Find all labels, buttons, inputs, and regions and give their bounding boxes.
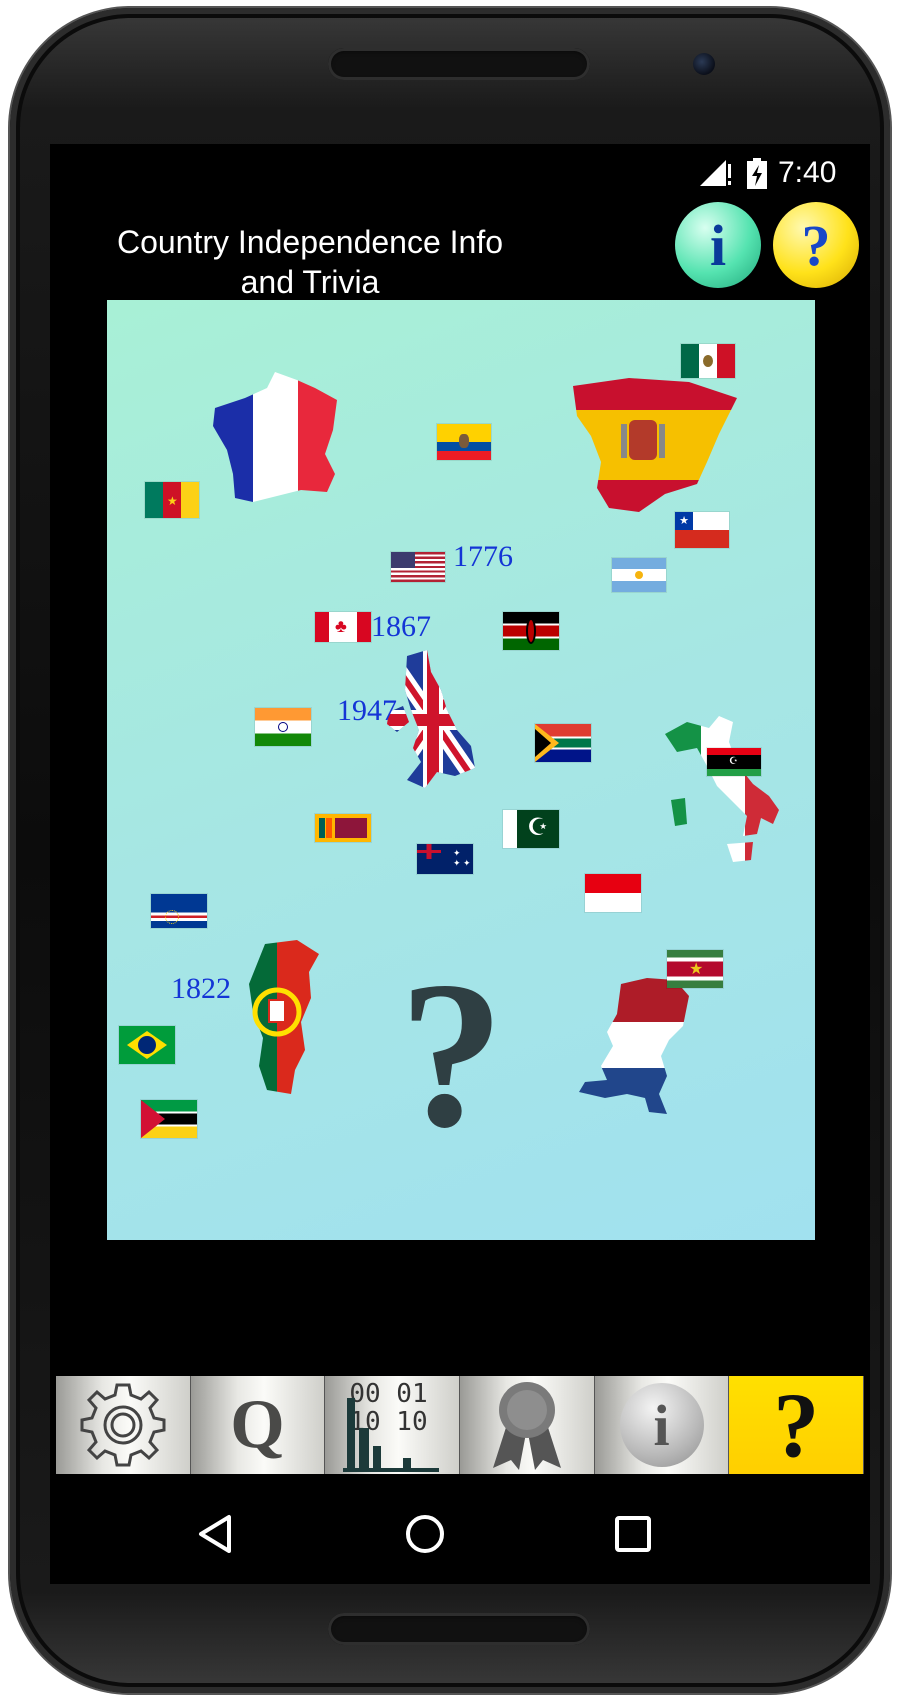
home-icon[interactable] [404, 1513, 446, 1555]
trivia-question-mark: ? [399, 939, 504, 1171]
back-icon[interactable] [195, 1513, 235, 1555]
battery-charging-icon [747, 158, 767, 189]
suriname-flag-icon: ★ [667, 950, 723, 988]
app-screen: 7:40 Country Independence Info and Trivi… [50, 144, 870, 1584]
signal-icon [700, 160, 731, 186]
info-icon: i [619, 1383, 704, 1467]
bottom-speaker [328, 1613, 590, 1645]
spain-map-icon [573, 378, 737, 512]
help-button[interactable]: ? [773, 202, 859, 288]
tab-settings[interactable] [56, 1376, 191, 1474]
phone-frame: 7:40 Country Independence Info and Trivi… [10, 8, 890, 1693]
indonesia-flag-icon [585, 874, 641, 912]
tab-quiz[interactable]: Q [190, 1376, 326, 1474]
app-title: Country Independence Info and Trivia [90, 222, 530, 302]
recents-icon[interactable] [614, 1515, 652, 1553]
portugal-map-icon [249, 940, 319, 1094]
top-speaker [328, 48, 590, 80]
cameroon-flag-icon: ★ [145, 482, 199, 518]
title-line-2: and Trivia [240, 264, 380, 300]
libya-flag-icon: ☪ [707, 748, 761, 776]
mexico-flag-icon [681, 344, 735, 378]
kenya-flag-icon [503, 612, 559, 650]
tab-info[interactable]: i [594, 1376, 730, 1474]
tab-help[interactable]: ? [729, 1374, 865, 1476]
sri-lanka-flag-icon [315, 814, 371, 842]
australia-flag-icon: ✦ ✦ ✦ [417, 844, 473, 874]
tab-awards[interactable] [460, 1376, 595, 1474]
south-africa-flag-icon [535, 724, 591, 762]
ecuador-flag-icon [437, 424, 491, 460]
brazil-flag-icon [119, 1026, 175, 1064]
pakistan-flag-icon: ☪ [503, 810, 559, 848]
clock: 7:40 [778, 156, 837, 189]
bar-chart-icon [343, 1398, 440, 1472]
year-label: 1822 [171, 972, 231, 1005]
india-flag-icon [255, 708, 311, 746]
year-label: 1776 [453, 540, 513, 573]
info-button[interactable]: i [675, 202, 761, 288]
mozambique-flag-icon [141, 1100, 197, 1138]
title-line-1: Country Independence Info [116, 224, 504, 260]
year-label: 1867 [371, 610, 431, 643]
status-bar: 7:40 [50, 144, 870, 204]
year-label: 1947 [337, 694, 397, 727]
usa-flag-icon [391, 552, 445, 582]
system-navigation-bar [50, 1489, 870, 1579]
netherlands-map-icon [579, 978, 689, 1114]
front-camera [693, 53, 715, 75]
tab-stats[interactable]: 00 01 10 10 [325, 1376, 461, 1474]
chile-flag-icon: ★ [675, 512, 729, 548]
ribbon-icon [492, 1382, 561, 1470]
flags-collage: ★ ★ ♣ ☪ ☪ ✦ ✦ ✦ ★ 1776 1867 1947 1822 ? [107, 300, 815, 1240]
argentina-flag-icon [612, 558, 666, 592]
gear-icon [80, 1383, 166, 1467]
canada-flag-icon: ♣ [315, 612, 371, 642]
quiz-label: Q [230, 1386, 285, 1463]
help-label: ? [773, 1374, 820, 1476]
italy-map-icon [665, 716, 779, 862]
france-map-icon [213, 372, 337, 502]
cape-verde-flag-icon [151, 894, 207, 928]
uk-map-icon [387, 650, 475, 788]
bottom-toolbar: Q 00 01 10 10 i ? [56, 1374, 865, 1476]
